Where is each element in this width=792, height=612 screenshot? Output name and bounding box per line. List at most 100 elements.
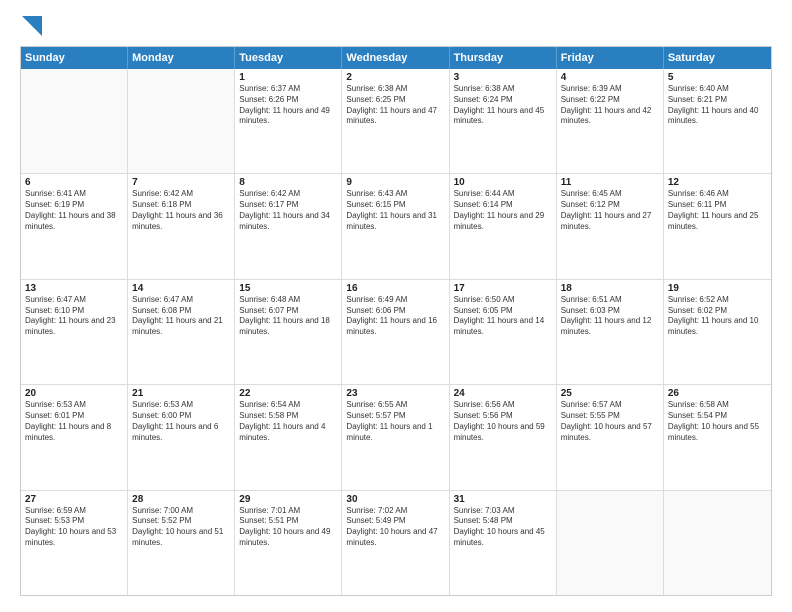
calendar-cell: 26Sunrise: 6:58 AM Sunset: 5:54 PM Dayli… [664, 385, 771, 489]
calendar-cell: 11Sunrise: 6:45 AM Sunset: 6:12 PM Dayli… [557, 174, 664, 278]
day-number: 8 [239, 177, 337, 188]
day-number: 15 [239, 283, 337, 294]
day-number: 1 [239, 72, 337, 83]
cell-text: Sunrise: 6:53 AM Sunset: 6:01 PM Dayligh… [25, 400, 123, 443]
cell-text: Sunrise: 6:41 AM Sunset: 6:19 PM Dayligh… [25, 189, 123, 232]
calendar-cell [664, 491, 771, 595]
calendar-cell: 24Sunrise: 6:56 AM Sunset: 5:56 PM Dayli… [450, 385, 557, 489]
day-number: 6 [25, 177, 123, 188]
cell-text: Sunrise: 6:42 AM Sunset: 6:17 PM Dayligh… [239, 189, 337, 232]
calendar-cell: 27Sunrise: 6:59 AM Sunset: 5:53 PM Dayli… [21, 491, 128, 595]
cell-text: Sunrise: 7:00 AM Sunset: 5:52 PM Dayligh… [132, 506, 230, 549]
calendar-cell: 12Sunrise: 6:46 AM Sunset: 6:11 PM Dayli… [664, 174, 771, 278]
calendar-cell: 2Sunrise: 6:38 AM Sunset: 6:25 PM Daylig… [342, 69, 449, 173]
calendar-cell: 16Sunrise: 6:49 AM Sunset: 6:06 PM Dayli… [342, 280, 449, 384]
cell-text: Sunrise: 6:47 AM Sunset: 6:08 PM Dayligh… [132, 295, 230, 338]
calendar-cell [557, 491, 664, 595]
cell-text: Sunrise: 6:44 AM Sunset: 6:14 PM Dayligh… [454, 189, 552, 232]
calendar-cell: 14Sunrise: 6:47 AM Sunset: 6:08 PM Dayli… [128, 280, 235, 384]
cell-text: Sunrise: 6:39 AM Sunset: 6:22 PM Dayligh… [561, 84, 659, 127]
calendar-cell: 18Sunrise: 6:51 AM Sunset: 6:03 PM Dayli… [557, 280, 664, 384]
calendar-cell: 3Sunrise: 6:38 AM Sunset: 6:24 PM Daylig… [450, 69, 557, 173]
cell-text: Sunrise: 7:02 AM Sunset: 5:49 PM Dayligh… [346, 506, 444, 549]
header-day-monday: Monday [128, 47, 235, 69]
header-day-sunday: Sunday [21, 47, 128, 69]
calendar-header: SundayMondayTuesdayWednesdayThursdayFrid… [21, 47, 771, 69]
header-day-thursday: Thursday [450, 47, 557, 69]
calendar-cell: 6Sunrise: 6:41 AM Sunset: 6:19 PM Daylig… [21, 174, 128, 278]
calendar-cell: 8Sunrise: 6:42 AM Sunset: 6:17 PM Daylig… [235, 174, 342, 278]
calendar: SundayMondayTuesdayWednesdayThursdayFrid… [20, 46, 772, 596]
calendar-cell: 20Sunrise: 6:53 AM Sunset: 6:01 PM Dayli… [21, 385, 128, 489]
calendar-cell [128, 69, 235, 173]
calendar-row-4: 20Sunrise: 6:53 AM Sunset: 6:01 PM Dayli… [21, 385, 771, 490]
day-number: 5 [668, 72, 767, 83]
cell-text: Sunrise: 6:43 AM Sunset: 6:15 PM Dayligh… [346, 189, 444, 232]
cell-text: Sunrise: 7:01 AM Sunset: 5:51 PM Dayligh… [239, 506, 337, 549]
calendar-cell: 4Sunrise: 6:39 AM Sunset: 6:22 PM Daylig… [557, 69, 664, 173]
calendar-cell: 19Sunrise: 6:52 AM Sunset: 6:02 PM Dayli… [664, 280, 771, 384]
cell-text: Sunrise: 6:47 AM Sunset: 6:10 PM Dayligh… [25, 295, 123, 338]
day-number: 27 [25, 494, 123, 505]
calendar-cell: 23Sunrise: 6:55 AM Sunset: 5:57 PM Dayli… [342, 385, 449, 489]
day-number: 13 [25, 283, 123, 294]
cell-text: Sunrise: 6:52 AM Sunset: 6:02 PM Dayligh… [668, 295, 767, 338]
cell-text: Sunrise: 6:56 AM Sunset: 5:56 PM Dayligh… [454, 400, 552, 443]
cell-text: Sunrise: 7:03 AM Sunset: 5:48 PM Dayligh… [454, 506, 552, 549]
calendar-cell: 25Sunrise: 6:57 AM Sunset: 5:55 PM Dayli… [557, 385, 664, 489]
cell-text: Sunrise: 6:42 AM Sunset: 6:18 PM Dayligh… [132, 189, 230, 232]
cell-text: Sunrise: 6:40 AM Sunset: 6:21 PM Dayligh… [668, 84, 767, 127]
day-number: 16 [346, 283, 444, 294]
header-day-friday: Friday [557, 47, 664, 69]
cell-text: Sunrise: 6:37 AM Sunset: 6:26 PM Dayligh… [239, 84, 337, 127]
cell-text: Sunrise: 6:53 AM Sunset: 6:00 PM Dayligh… [132, 400, 230, 443]
cell-text: Sunrise: 6:48 AM Sunset: 6:07 PM Dayligh… [239, 295, 337, 338]
day-number: 25 [561, 388, 659, 399]
day-number: 11 [561, 177, 659, 188]
cell-text: Sunrise: 6:46 AM Sunset: 6:11 PM Dayligh… [668, 189, 767, 232]
cell-text: Sunrise: 6:50 AM Sunset: 6:05 PM Dayligh… [454, 295, 552, 338]
day-number: 4 [561, 72, 659, 83]
day-number: 22 [239, 388, 337, 399]
calendar-cell: 31Sunrise: 7:03 AM Sunset: 5:48 PM Dayli… [450, 491, 557, 595]
calendar-cell: 21Sunrise: 6:53 AM Sunset: 6:00 PM Dayli… [128, 385, 235, 489]
day-number: 28 [132, 494, 230, 505]
day-number: 12 [668, 177, 767, 188]
cell-text: Sunrise: 6:58 AM Sunset: 5:54 PM Dayligh… [668, 400, 767, 443]
day-number: 26 [668, 388, 767, 399]
day-number: 21 [132, 388, 230, 399]
day-number: 17 [454, 283, 552, 294]
day-number: 23 [346, 388, 444, 399]
calendar-cell [21, 69, 128, 173]
logo [20, 16, 42, 36]
cell-text: Sunrise: 6:51 AM Sunset: 6:03 PM Dayligh… [561, 295, 659, 338]
calendar-cell: 5Sunrise: 6:40 AM Sunset: 6:21 PM Daylig… [664, 69, 771, 173]
header [20, 16, 772, 36]
calendar-cell: 9Sunrise: 6:43 AM Sunset: 6:15 PM Daylig… [342, 174, 449, 278]
day-number: 30 [346, 494, 444, 505]
calendar-cell: 22Sunrise: 6:54 AM Sunset: 5:58 PM Dayli… [235, 385, 342, 489]
cell-text: Sunrise: 6:55 AM Sunset: 5:57 PM Dayligh… [346, 400, 444, 443]
calendar-cell: 30Sunrise: 7:02 AM Sunset: 5:49 PM Dayli… [342, 491, 449, 595]
day-number: 7 [132, 177, 230, 188]
day-number: 20 [25, 388, 123, 399]
calendar-row-1: 1Sunrise: 6:37 AM Sunset: 6:26 PM Daylig… [21, 69, 771, 174]
day-number: 9 [346, 177, 444, 188]
calendar-cell: 15Sunrise: 6:48 AM Sunset: 6:07 PM Dayli… [235, 280, 342, 384]
calendar-cell: 13Sunrise: 6:47 AM Sunset: 6:10 PM Dayli… [21, 280, 128, 384]
day-number: 3 [454, 72, 552, 83]
calendar-body: 1Sunrise: 6:37 AM Sunset: 6:26 PM Daylig… [21, 69, 771, 595]
cell-text: Sunrise: 6:38 AM Sunset: 6:24 PM Dayligh… [454, 84, 552, 127]
day-number: 19 [668, 283, 767, 294]
calendar-cell: 10Sunrise: 6:44 AM Sunset: 6:14 PM Dayli… [450, 174, 557, 278]
day-number: 24 [454, 388, 552, 399]
day-number: 10 [454, 177, 552, 188]
cell-text: Sunrise: 6:54 AM Sunset: 5:58 PM Dayligh… [239, 400, 337, 443]
cell-text: Sunrise: 6:59 AM Sunset: 5:53 PM Dayligh… [25, 506, 123, 549]
calendar-cell: 17Sunrise: 6:50 AM Sunset: 6:05 PM Dayli… [450, 280, 557, 384]
calendar-cell: 28Sunrise: 7:00 AM Sunset: 5:52 PM Dayli… [128, 491, 235, 595]
calendar-cell: 1Sunrise: 6:37 AM Sunset: 6:26 PM Daylig… [235, 69, 342, 173]
cell-text: Sunrise: 6:57 AM Sunset: 5:55 PM Dayligh… [561, 400, 659, 443]
day-number: 2 [346, 72, 444, 83]
calendar-row-2: 6Sunrise: 6:41 AM Sunset: 6:19 PM Daylig… [21, 174, 771, 279]
